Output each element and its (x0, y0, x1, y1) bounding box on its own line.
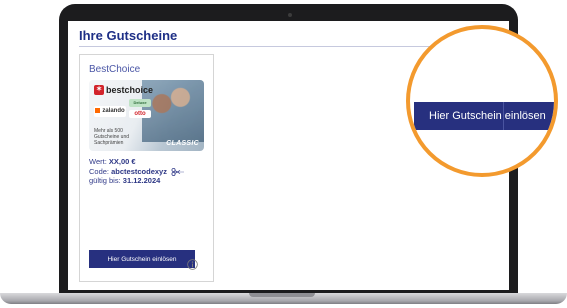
partner-logo-zalando: zalando (94, 106, 126, 117)
voucher-brand: BestChoice (89, 64, 141, 75)
valid-label: gültig bis: (89, 176, 121, 185)
voucher-blurb: Mehr als 500 Gutscheine und Sachprämien (94, 128, 130, 146)
voucher-code: abctestcodexyz (111, 166, 167, 176)
zoomed-button-label-part1: Hier Gutschein (429, 110, 502, 122)
page-title: Ihre Gutscheine (79, 28, 178, 43)
voucher-card: BestChoice ✶ bestchoice Deluxe zalando o… (79, 54, 214, 282)
voucher-image: ✶ bestchoice Deluxe zalando otto Mehr al… (89, 80, 204, 151)
valid-row: gültig bis: 31.12.2024 (89, 176, 185, 186)
value-row: Wert: XX,00 € (89, 157, 185, 167)
code-row: Code: abctestcodexyz (89, 167, 185, 177)
voucher-details: Wert: XX,00 € Code: abctestcodexyz gülti… (89, 157, 185, 186)
zoomed-button-divider (502, 102, 504, 130)
code-label: Code: (89, 166, 110, 176)
bestchoice-logo: ✶ bestchoice (94, 85, 153, 95)
scissors-icon[interactable] (171, 167, 185, 176)
value-amount: XX,00 € (108, 157, 136, 166)
valid-until: 31.12.2024 (122, 176, 161, 185)
zoomed-redeem-button[interactable]: Hier Gutschein einlösen (414, 102, 554, 130)
bestchoice-logo-icon: ✶ (94, 85, 104, 95)
camera-icon (288, 13, 292, 17)
zoom-callout: Hier Gutschein einlösen (406, 25, 558, 177)
voucher-edition: CLASSIC (166, 140, 199, 147)
partner-logo-otto: otto (129, 110, 151, 118)
info-icon[interactable] (187, 259, 198, 270)
redeem-voucher-button[interactable]: Hier Gutschein einlösen (89, 250, 195, 268)
zoomed-button-label-part2: einlösen (504, 110, 546, 122)
partner-logo-deluxe: Deluxe (129, 99, 151, 107)
laptop-notch (249, 293, 315, 297)
value-label: Wert: (89, 157, 107, 166)
